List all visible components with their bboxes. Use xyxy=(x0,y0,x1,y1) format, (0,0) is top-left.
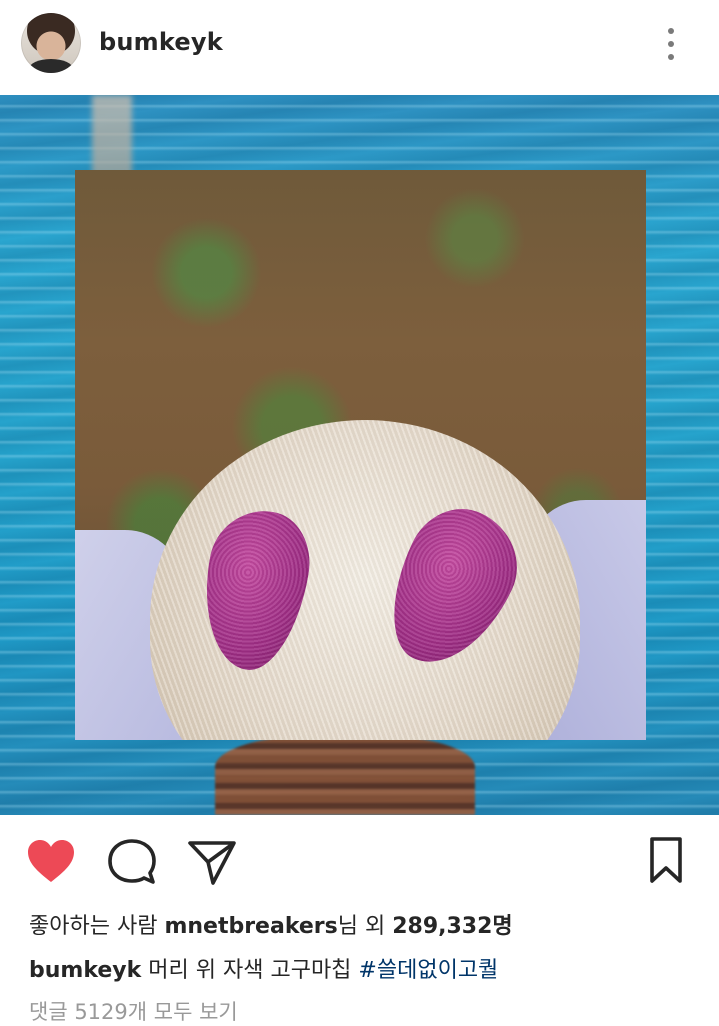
more-dot-icon xyxy=(668,41,674,47)
bookmark-icon[interactable] xyxy=(642,835,690,885)
liked-by-username[interactable]: mnetbreakers xyxy=(164,914,337,939)
inner-photo xyxy=(75,170,646,740)
likes-prefix: 좋아하는 사람 xyxy=(29,914,158,939)
more-dot-icon xyxy=(668,54,674,60)
likes-line: 좋아하는 사람 mnetbreakers님 외 289,332명 xyxy=(29,908,513,940)
comment-bubble-icon[interactable] xyxy=(106,837,158,885)
likes-count[interactable]: 289,332명 xyxy=(392,914,512,939)
water-reflection xyxy=(215,735,475,815)
post-username[interactable]: bumkeyk xyxy=(99,28,223,56)
more-dot-icon xyxy=(668,28,674,34)
caption-username[interactable]: bumkeyk xyxy=(29,958,141,983)
post-header: bumkeyk xyxy=(0,0,719,95)
view-all-comments-link[interactable]: 댓글 5129개 모두 보기 xyxy=(29,996,238,1026)
heart-icon[interactable] xyxy=(25,837,77,885)
caption: bumkeyk 머리 위 자색 고구마칩 #쓸데없이고퀄 xyxy=(29,952,498,984)
hashtag-link[interactable]: #쓸데없이고퀄 xyxy=(358,958,498,983)
caption-text: 머리 위 자색 고구마칩 xyxy=(148,958,352,983)
more-options-button[interactable] xyxy=(656,24,686,64)
action-bar xyxy=(0,815,719,905)
paper-plane-icon[interactable] xyxy=(186,837,238,885)
likes-middle: 님 외 xyxy=(337,914,386,939)
water-reflection xyxy=(92,95,132,175)
post-photo[interactable] xyxy=(0,95,719,815)
avatar-shirt xyxy=(29,59,73,73)
avatar[interactable] xyxy=(21,13,81,73)
